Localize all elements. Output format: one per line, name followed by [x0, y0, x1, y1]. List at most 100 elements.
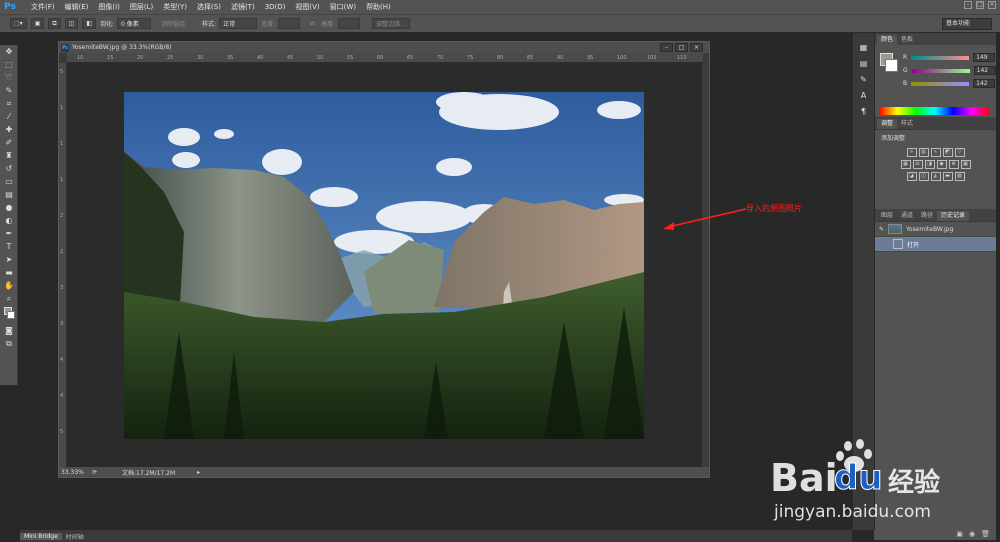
- status-menu-icon[interactable]: ⟳: [92, 469, 97, 476]
- vibrance-icon[interactable]: ▽: [954, 148, 965, 157]
- new-selection-icon[interactable]: ▣: [30, 18, 45, 29]
- brush-panel-icon[interactable]: ✎: [857, 75, 871, 87]
- move-tool-icon[interactable]: ✥: [2, 46, 16, 58]
- channel-mixer-icon[interactable]: ⊕: [948, 160, 959, 169]
- dodge-tool-icon[interactable]: ◐: [2, 215, 16, 227]
- quick-select-tool-icon[interactable]: ✎: [2, 85, 16, 97]
- doc-close-icon[interactable]: ×: [690, 43, 703, 52]
- doc-minimize-icon[interactable]: –: [660, 43, 673, 52]
- tab-mini-bridge[interactable]: Mini Bridge: [20, 532, 62, 540]
- pen-tool-icon[interactable]: ✒: [2, 228, 16, 240]
- history-snapshot[interactable]: ✎ YosemiteBW.jpg: [875, 222, 996, 237]
- green-value[interactable]: 142: [973, 66, 996, 75]
- screen-mode-icon[interactable]: ⧉: [2, 338, 16, 350]
- brush-tool-icon[interactable]: ✐: [2, 137, 16, 149]
- threshold-icon[interactable]: ◭: [930, 172, 941, 181]
- gradient-tool-icon[interactable]: ▤: [2, 189, 16, 201]
- stamp-tool-icon[interactable]: ♜: [2, 150, 16, 162]
- trash-icon[interactable]: 🗑: [981, 530, 990, 540]
- antialias-checkbox[interactable]: 消除锯齿: [161, 19, 185, 28]
- eyedropper-tool-icon[interactable]: ⁄: [2, 111, 16, 123]
- swap-icon[interactable]: ⇄: [310, 20, 315, 27]
- history-brush-icon[interactable]: ↺: [2, 163, 16, 175]
- levels-icon[interactable]: ▥: [918, 148, 929, 157]
- menu-filter[interactable]: 滤镜(T): [226, 0, 260, 14]
- crop-tool-icon[interactable]: ⌗: [2, 98, 16, 110]
- workspace-select[interactable]: 基本功能: [942, 18, 992, 30]
- menu-file[interactable]: 文件(F): [26, 0, 60, 14]
- menu-layer[interactable]: 图层(L): [125, 0, 158, 14]
- blur-tool-icon[interactable]: ●: [2, 202, 16, 214]
- vertical-scrollbar[interactable]: [701, 63, 709, 468]
- tab-paths[interactable]: 路径: [917, 211, 937, 221]
- menu-select[interactable]: 选择(S): [192, 0, 226, 14]
- hand-tool-icon[interactable]: ✋: [2, 280, 16, 292]
- menu-image[interactable]: 图像(I): [93, 0, 125, 14]
- status-arrow-icon[interactable]: ▸: [197, 469, 200, 476]
- marquee-tool-icon[interactable]: ⬚: [2, 59, 16, 71]
- path-select-tool-icon[interactable]: ➤: [2, 254, 16, 266]
- subtract-selection-icon[interactable]: ◫: [64, 18, 79, 29]
- character-panel-icon[interactable]: A: [857, 91, 871, 103]
- add-selection-icon[interactable]: ⧉: [48, 18, 61, 29]
- intersect-selection-icon[interactable]: ◧: [82, 18, 96, 29]
- lasso-tool-icon[interactable]: ➰: [2, 72, 16, 84]
- curves-icon[interactable]: ∿: [930, 148, 941, 157]
- menu-view[interactable]: 视图(V): [290, 0, 324, 14]
- height-input[interactable]: [338, 18, 361, 29]
- tab-timeline[interactable]: 时间轴: [62, 532, 88, 541]
- color-spectrum[interactable]: [879, 107, 990, 115]
- zoom-tool-icon[interactable]: ⌕: [2, 293, 16, 305]
- menu-window[interactable]: 窗口(W): [325, 0, 361, 14]
- black-white-icon[interactable]: ◨: [924, 160, 935, 169]
- doc-maximize-icon[interactable]: □: [675, 43, 688, 52]
- snapshot-camera-icon[interactable]: ◉: [969, 530, 975, 540]
- menu-3d[interactable]: 3D(D): [260, 0, 291, 14]
- paragraph-panel-icon[interactable]: ¶: [857, 107, 871, 119]
- width-input[interactable]: [278, 18, 301, 29]
- properties-panel-icon[interactable]: ▤: [857, 59, 871, 71]
- quick-mask-icon[interactable]: ◙: [2, 325, 16, 337]
- invert-icon[interactable]: ◪: [906, 172, 917, 181]
- blue-slider[interactable]: [911, 81, 970, 86]
- menu-edit[interactable]: 编辑(E): [60, 0, 94, 14]
- tab-history[interactable]: 历史记录: [937, 211, 970, 221]
- red-value[interactable]: 149: [973, 53, 996, 62]
- feather-input[interactable]: 0 像素: [117, 18, 152, 29]
- brush-source-icon[interactable]: ✎: [879, 226, 884, 233]
- tab-styles[interactable]: 样式: [897, 119, 917, 129]
- minimize-icon[interactable]: –: [964, 1, 972, 9]
- menu-type[interactable]: 类型(Y): [158, 0, 192, 14]
- vertical-ruler[interactable]: 5 1 1 1 2 2 3 3 4 4 5: [59, 63, 67, 468]
- background-color-swatch[interactable]: [885, 59, 898, 72]
- eraser-tool-icon[interactable]: ▭: [2, 176, 16, 188]
- tab-adjustments[interactable]: 调整: [877, 119, 898, 129]
- horizontal-ruler[interactable]: 10 15 20 25 30 35 40 45 50 55 60 65 70 75 80 85 90 95 100 1…: [67, 53, 703, 63]
- document-tab[interactable]: Ps YosemiteBW.jpg @ 33.3%(RGB/8): [59, 42, 709, 53]
- photo-filter-icon[interactable]: ◉: [936, 160, 947, 169]
- tab-swatches[interactable]: 色板: [897, 35, 917, 45]
- tab-channels[interactable]: 通道: [897, 211, 917, 221]
- color-swatches[interactable]: [2, 306, 16, 324]
- color-lookup-icon[interactable]: ▦: [960, 160, 971, 169]
- close-icon[interactable]: ×: [988, 1, 996, 9]
- color-balance-icon[interactable]: ⚖: [912, 160, 923, 169]
- tab-layers[interactable]: 图层: [877, 211, 897, 221]
- maximize-icon[interactable]: □: [976, 1, 984, 9]
- zoom-level[interactable]: 33.33%: [61, 469, 89, 476]
- type-tool-icon[interactable]: T: [2, 241, 16, 253]
- shape-tool-icon[interactable]: ▬: [2, 267, 16, 279]
- selective-color-icon[interactable]: ▧: [954, 172, 965, 181]
- history-panel-icon[interactable]: ▦: [857, 43, 871, 55]
- exposure-icon[interactable]: ◩: [942, 148, 953, 157]
- refine-edge-button[interactable]: 调整边缘...: [372, 18, 410, 29]
- gradient-map-icon[interactable]: ▬: [942, 172, 953, 181]
- marquee-tool-preset-icon[interactable]: ⬚▾: [10, 18, 27, 29]
- brightness-icon[interactable]: ☼: [906, 148, 917, 157]
- tab-color[interactable]: 颜色: [877, 35, 898, 45]
- posterize-icon[interactable]: ◫: [918, 172, 929, 181]
- green-slider[interactable]: [911, 68, 970, 73]
- red-slider[interactable]: [911, 55, 970, 60]
- blue-value[interactable]: 142: [973, 79, 996, 88]
- style-select[interactable]: 正常: [219, 18, 258, 29]
